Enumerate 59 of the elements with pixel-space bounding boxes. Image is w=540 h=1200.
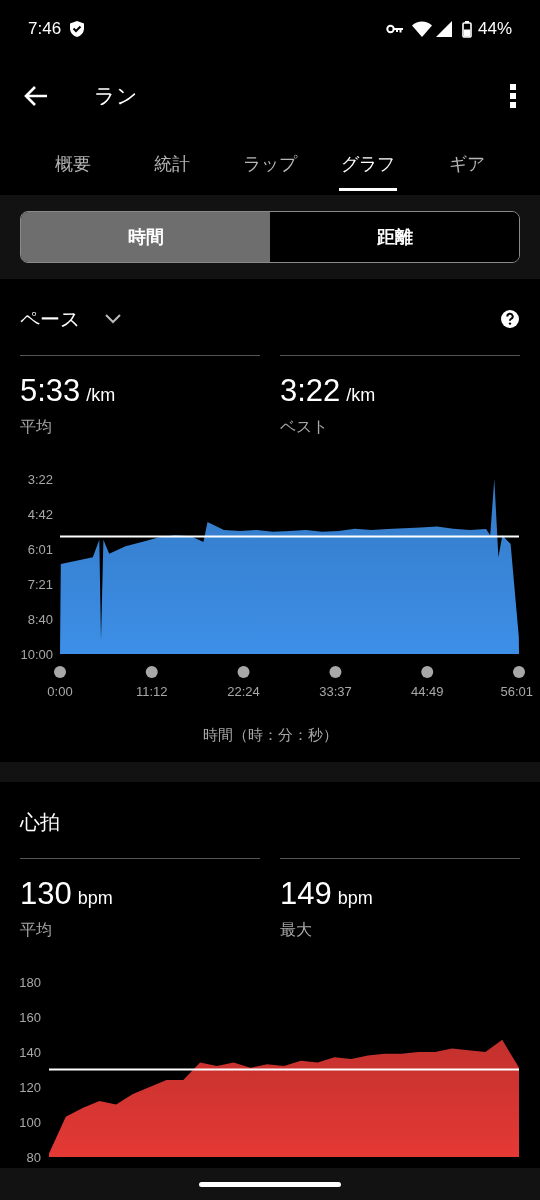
home-handle[interactable] <box>199 1181 341 1187</box>
stat-value: 130 <box>20 875 72 913</box>
battery-percent: 44% <box>477 18 512 41</box>
axis-tick-dot <box>513 665 525 678</box>
signal-icon <box>435 21 452 37</box>
tab[interactable]: 統計 <box>122 134 221 195</box>
axis-tick-label: 10:00 <box>20 646 53 662</box>
axis-tick-dot <box>145 665 158 678</box>
shield-check-icon <box>69 20 86 38</box>
axis-tick-label: 8:40 <box>27 611 53 627</box>
axis-tick-dot <box>421 665 434 678</box>
stat-unit: /km <box>86 384 116 407</box>
tab[interactable]: ギア <box>417 134 517 195</box>
axis-tick-label: 160 <box>19 1009 41 1025</box>
chevron-down-icon[interactable] <box>104 313 122 325</box>
stat-unit: bpm <box>337 887 373 910</box>
stat-label: ベスト <box>280 416 329 437</box>
axis-tick-label: 6:01 <box>27 541 53 557</box>
section-title: 心拍 <box>20 810 60 835</box>
stat-unit: /km <box>346 384 376 407</box>
section-title: ペース <box>20 307 80 332</box>
tab[interactable]: 概要 <box>24 134 123 195</box>
help-icon[interactable] <box>500 309 520 329</box>
axis-tick-label: 120 <box>19 1079 41 1095</box>
axis-tick-label: 33:37 <box>319 683 352 699</box>
stat-label: 最大 <box>280 919 313 940</box>
key-icon <box>385 23 404 35</box>
axis-tick-label: 44:49 <box>410 683 444 699</box>
axis-tick-label: 0:00 <box>47 683 73 699</box>
axis-tick-label: 22:24 <box>227 683 260 699</box>
more-options-icon[interactable] <box>510 84 516 108</box>
axis-tick-label: 7:21 <box>27 576 53 592</box>
stat-label: 平均 <box>20 919 53 940</box>
axis-tick-dot <box>237 665 250 678</box>
segment-button[interactable]: 時間 <box>21 212 270 262</box>
stat-value: 149 <box>280 875 332 913</box>
axis-tick-label: 3:22 <box>27 471 53 487</box>
axis-tick-label: 80 <box>26 1149 41 1165</box>
axis-tick-dot <box>54 665 66 678</box>
axis-tick-label: 180 <box>19 974 41 990</box>
segment-button[interactable]: 距離 <box>270 212 519 262</box>
screen-title: ラン <box>94 83 138 110</box>
axis-tick-label: 140 <box>19 1044 41 1060</box>
axis-title: 時間（時：分：秒） <box>201 724 339 745</box>
tab[interactable]: グラフ <box>319 134 418 195</box>
battery-icon <box>461 20 472 38</box>
status-time: 7:46 <box>28 18 62 41</box>
axis-tick-label: 56:01 <box>500 683 533 699</box>
axis-tick-label: 100 <box>19 1114 41 1130</box>
stat-label: 平均 <box>20 416 53 437</box>
axis-tick-dot <box>329 665 342 678</box>
tab[interactable]: ラップ <box>220 134 320 195</box>
wifi-icon <box>411 21 432 37</box>
axis-tick-label: 4:42 <box>27 506 53 522</box>
back-arrow-icon[interactable] <box>24 85 48 107</box>
stat-unit: bpm <box>77 887 113 910</box>
stat-value: 5:33 <box>20 372 81 410</box>
axis-tick-label: 11:12 <box>136 683 168 699</box>
stat-value: 3:22 <box>280 372 341 410</box>
